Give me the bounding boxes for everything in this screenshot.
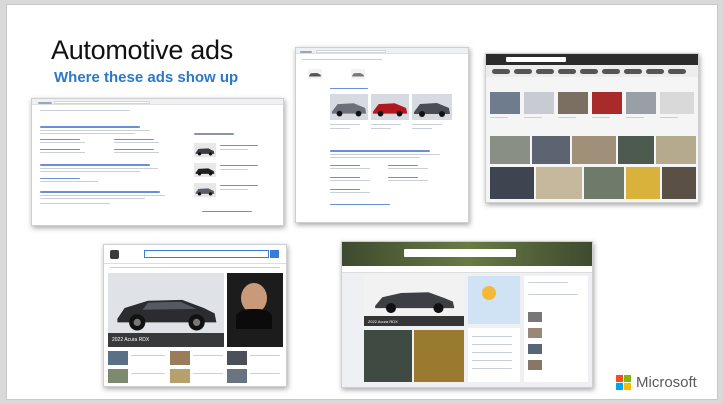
start-hero-car-image bbox=[370, 280, 458, 316]
microsoft-wordmark: Microsoft bbox=[636, 374, 697, 391]
slide-title: Automotive ads bbox=[51, 35, 233, 65]
microsoft-start-screenshot: 2022 Acura RDX bbox=[341, 241, 593, 388]
start-ad-caption: 2022 Acura RDX bbox=[368, 319, 398, 324]
slide: Automotive ads Where these ads show up 2… bbox=[6, 4, 718, 400]
msn-ad-caption: 2022 Acura RDX bbox=[112, 337, 150, 343]
microsoft-logo-icon bbox=[616, 375, 632, 391]
msn-homepage-screenshot: 2022 Acura RDX bbox=[103, 244, 287, 387]
shopping-results-screenshot bbox=[295, 47, 469, 223]
hero-car-image bbox=[112, 279, 220, 337]
search-results-screenshot bbox=[31, 98, 284, 226]
slide-subtitle: Where these ads show up bbox=[54, 69, 239, 86]
image-results-screenshot bbox=[485, 53, 699, 203]
